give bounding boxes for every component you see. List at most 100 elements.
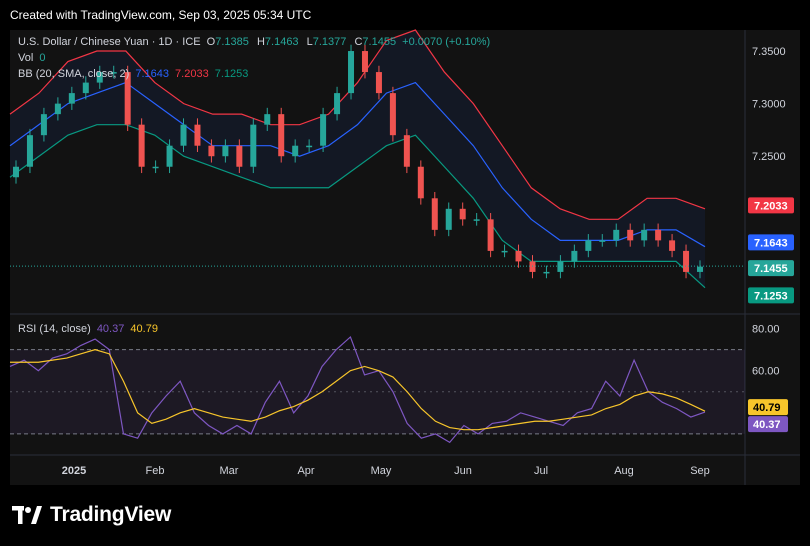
rsi-tick-label: 60.00 [752, 366, 780, 378]
candle-body [669, 240, 676, 251]
candle [473, 213, 480, 226]
candle-body [697, 266, 703, 272]
tradingview-logo-text: TradingView [50, 503, 172, 526]
open-label: O [206, 36, 216, 48]
price-tick-label: 7.2500 [752, 151, 786, 163]
change-value: +0.0070 (+0.10%) [402, 36, 491, 48]
bb-basis-value: 7.1643 [135, 68, 169, 80]
price-label-text: 7.1643 [754, 237, 788, 249]
candle-body [194, 124, 201, 146]
candle-body [529, 261, 536, 272]
chart-window: Created with TradingView.com, Sep 03, 20… [0, 0, 810, 546]
price-label-basis: 7.1643 [748, 234, 794, 251]
price-label-close: 7.1455 [748, 260, 794, 277]
candle [389, 86, 396, 142]
candle-body [334, 93, 341, 115]
rsi-ma-label: 40.79 [748, 399, 788, 416]
volume-value: 0 [39, 52, 46, 64]
rsi-value-label: 40.37 [748, 416, 788, 433]
candle-body [361, 51, 368, 73]
price-tick-label: 7.3000 [752, 99, 786, 111]
close-value: 7.1455 [362, 36, 397, 48]
candle-body [292, 145, 299, 157]
candle [403, 128, 410, 174]
time-tick-label: Apr [297, 465, 314, 477]
candle-body [501, 250, 508, 253]
low-label: L [306, 36, 313, 48]
candle-body [138, 124, 145, 167]
candle-body [389, 93, 396, 136]
legend-row-symbol: U.S. Dollar / Chinese Yuan · 1D · ICE O7… [18, 36, 493, 48]
candle-body [320, 114, 327, 146]
candle-body [250, 124, 257, 167]
price-label-text: 7.1253 [754, 290, 788, 302]
time-tick-label: 2025 [62, 465, 86, 477]
candle-body [655, 229, 662, 241]
time-tick-label: May [371, 465, 392, 477]
low-value: 7.1377 [312, 36, 347, 48]
candle-body [13, 166, 19, 178]
candle [501, 244, 508, 258]
candle-body [473, 219, 480, 221]
candle-body [683, 250, 690, 272]
rsi-tick-label: 80.00 [752, 324, 780, 336]
candle [459, 202, 466, 226]
rsi-ma-value: 40.79 [130, 323, 158, 335]
candle-body [515, 250, 522, 262]
time-tick-label: Feb [146, 465, 165, 477]
rsi-value-label-text: 40.37 [753, 419, 781, 431]
candle-body [487, 219, 494, 251]
candle-body [348, 51, 355, 94]
candle-body [445, 208, 452, 230]
candle-body [431, 198, 438, 230]
time-tick-label: Jun [454, 465, 472, 477]
candle-body [26, 135, 33, 167]
legend-row-volume: Vol 0 [18, 52, 48, 64]
candle [138, 118, 145, 174]
candle [250, 118, 257, 174]
candle-body [571, 250, 578, 262]
chart-svg[interactable]: 7.3500 7.3000 7.2500 7.2033 7.1643 7.1455 7.12… [0, 0, 810, 546]
candle [417, 160, 424, 205]
volume-label: Vol [18, 52, 34, 64]
tradingview-logo[interactable]: TradingView [12, 503, 171, 527]
candle [320, 107, 327, 153]
candle [348, 44, 355, 100]
open-value: 7.1385 [215, 36, 249, 48]
candle-body [152, 166, 159, 169]
candle [543, 265, 550, 279]
high-label: H [256, 36, 265, 48]
rsi-ma-label-text: 40.79 [753, 402, 781, 414]
candle-body [278, 114, 285, 157]
rsi-label: RSI (14, close) [18, 323, 91, 335]
candle-body [459, 208, 466, 220]
rsi-panel [9, 335, 745, 444]
candle-body [543, 271, 550, 274]
candle-body [585, 240, 592, 251]
time-tick-label: Mar [220, 465, 239, 477]
price-tick-label: 7.3500 [752, 46, 786, 58]
candle-body [236, 145, 243, 167]
candle-body [375, 72, 382, 94]
time-tick-label: Sep [690, 465, 710, 477]
price-label-text: 7.2033 [754, 200, 788, 212]
candle-body [627, 229, 634, 241]
price-label-upper: 7.2033 [748, 197, 794, 214]
candle-body [641, 229, 648, 241]
candle-body [166, 145, 173, 167]
price-label-lower: 7.1253 [748, 287, 794, 304]
time-tick-label: Jul [534, 465, 548, 477]
candle [152, 160, 159, 174]
symbol-label: U.S. Dollar / Chinese Yuan · 1D · ICE [18, 36, 201, 48]
bb-lower-value: 7.1253 [214, 68, 249, 80]
candle-body [54, 103, 61, 115]
candle-body [82, 82, 89, 94]
candle-body [599, 240, 606, 242]
candle [278, 107, 285, 163]
price-label-text: 7.1455 [754, 263, 788, 275]
legend-row-rsi: RSI (14, close) 40.37 40.79 [18, 323, 161, 335]
bb-upper-value: 7.2033 [175, 68, 209, 80]
candle [487, 213, 494, 258]
high-value: 7.1463 [264, 36, 299, 48]
candle-body [68, 93, 75, 104]
